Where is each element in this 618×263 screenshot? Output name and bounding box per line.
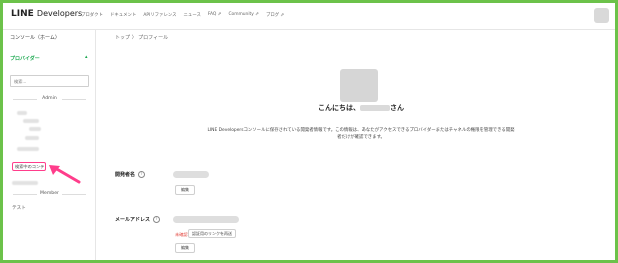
email-unverified-status: 未確認 xyxy=(175,232,188,237)
screenshot-frame: LINE Developers プロダクト ドキュメント APIリファレンス ニ… xyxy=(0,0,618,263)
nav-api-reference[interactable]: APIリファレンス xyxy=(143,12,176,18)
edit-developer-name-button[interactable]: 編集 xyxy=(175,185,195,195)
top-nav: プロダクト ドキュメント APIリファレンス ニュース FAQ ⇗ Commun… xyxy=(81,12,284,18)
blurred-developer-name xyxy=(173,171,209,178)
nav-products[interactable]: プロダクト xyxy=(81,12,103,18)
admin-divider: Admin xyxy=(10,96,89,101)
blurred-provider-item[interactable] xyxy=(29,127,41,131)
blurred-user-name xyxy=(360,105,390,111)
blurred-provider-item[interactable] xyxy=(25,136,39,140)
nav-news[interactable]: ニュース xyxy=(184,12,201,18)
sidebar-console-home[interactable]: コンソール（ホーム） xyxy=(10,34,60,41)
provider-search-input[interactable] xyxy=(10,75,89,87)
chevron-up-icon[interactable]: ▴ xyxy=(85,54,88,60)
resend-verification-link-button[interactable]: 認証用のリンクを再送 xyxy=(188,229,236,238)
line-developers-logo[interactable]: LINE Developers xyxy=(11,9,82,19)
developer-name-label: 開発者名 xyxy=(115,172,136,178)
logo-line-text: LINE xyxy=(11,9,34,19)
nav-documents[interactable]: ドキュメント xyxy=(110,12,136,18)
help-icon[interactable]: ? xyxy=(153,216,161,223)
main-content: トップ 〉 プロフィール こんにちは、 さん LINE Developersコンソ… xyxy=(96,30,615,260)
sidebar: コンソール（ホーム） プロバイダー ▴ Admin 検索中のコンテ Member… xyxy=(3,30,96,260)
breadcrumb[interactable]: トップ 〉 プロフィール xyxy=(115,34,168,41)
nav-faq[interactable]: FAQ ⇗ xyxy=(208,12,222,18)
nav-blog[interactable]: ブログ ⇗ xyxy=(266,12,284,18)
developer-name-row-label: 開発者名? xyxy=(115,171,146,178)
greeting-suffix: さん xyxy=(390,104,404,112)
member-divider: Member xyxy=(10,191,89,196)
top-header: LINE Developers プロダクト ドキュメント APIリファレンス ニ… xyxy=(3,3,615,30)
profile-image xyxy=(340,69,378,102)
sidebar-provider-heading[interactable]: プロバイダー xyxy=(10,55,40,62)
logo-developers-text: Developers xyxy=(36,9,83,18)
greeting-prefix: こんにちは、 xyxy=(318,104,360,112)
email-label: メールアドレス xyxy=(115,217,151,223)
blurred-provider-item[interactable] xyxy=(12,181,38,185)
greeting: こんにちは、 さん xyxy=(296,103,426,113)
sidebar-item-highlighted[interactable]: 検索中のコンテ xyxy=(12,162,46,171)
blurred-provider-item[interactable] xyxy=(17,147,39,151)
blurred-provider-item[interactable] xyxy=(17,111,27,115)
nav-community[interactable]: Community ⇗ xyxy=(228,12,259,18)
blurred-provider-item[interactable] xyxy=(23,119,39,123)
email-row-label: メールアドレス? xyxy=(115,216,161,223)
blurred-email-address xyxy=(173,216,239,223)
help-icon[interactable]: ? xyxy=(138,171,146,178)
sidebar-item-test[interactable]: テスト xyxy=(12,205,26,211)
edit-email-button[interactable]: 編集 xyxy=(175,243,195,253)
user-avatar[interactable] xyxy=(594,8,609,23)
pointer-arrow-icon xyxy=(49,165,81,184)
profile-description: LINE Developersコンソールに保存されている開発者情報です。この情報… xyxy=(207,128,515,140)
